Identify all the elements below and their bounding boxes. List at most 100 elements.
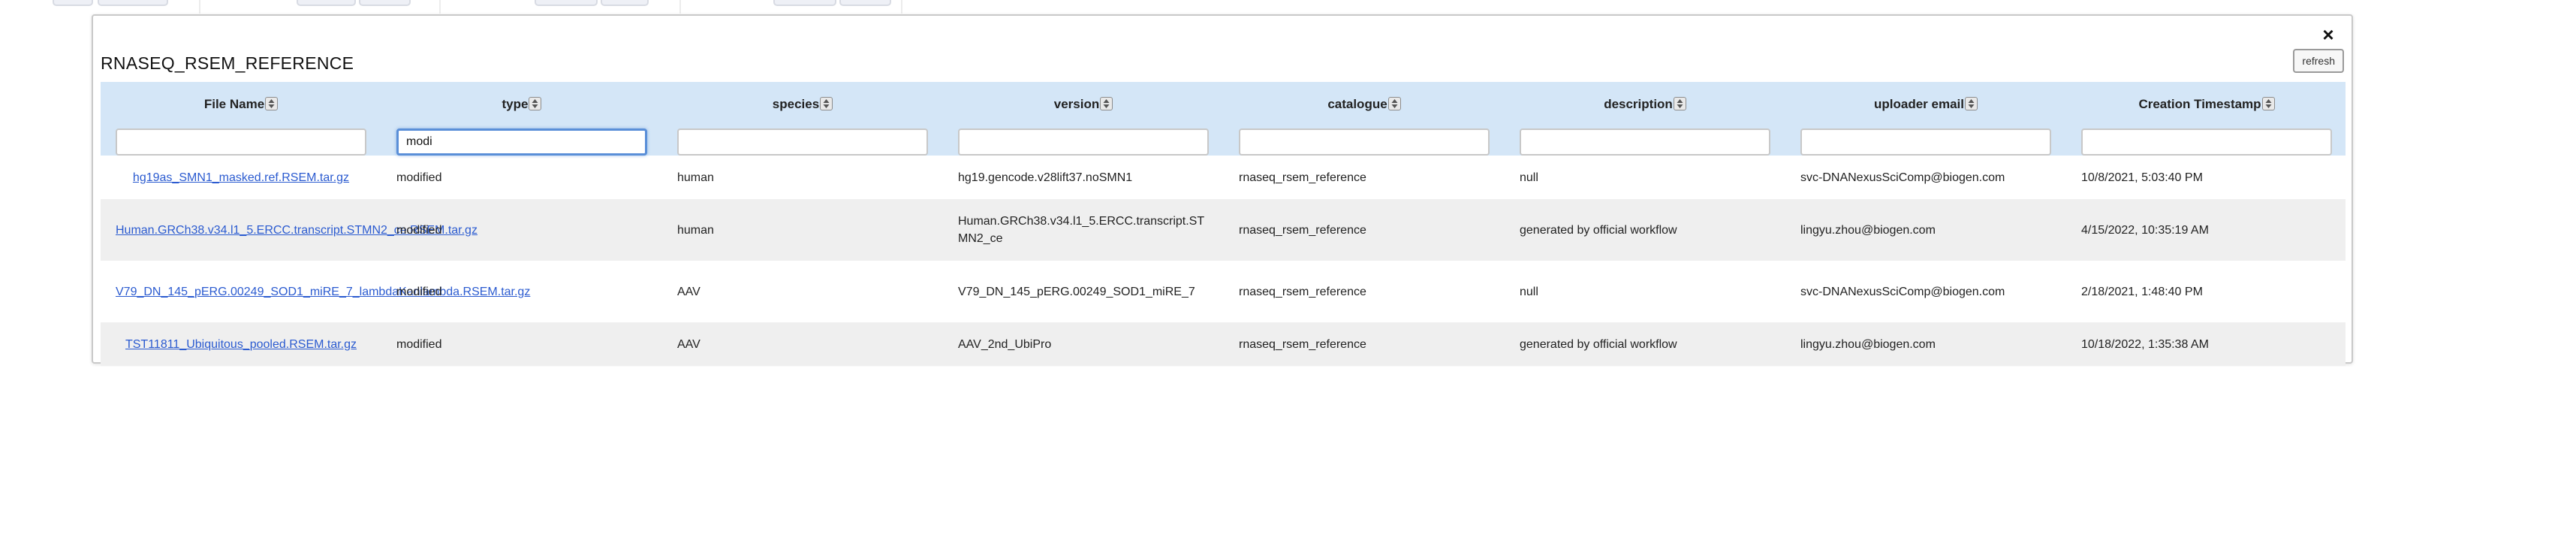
column-header-label[interactable]: Creation Timestamp (2066, 97, 2347, 112)
background-divider (439, 0, 441, 14)
cell-timestamp: 2/18/2021, 1:48:40 PM (2066, 283, 2347, 301)
sort-arrows-icon[interactable] (1100, 97, 1113, 110)
data-grid: File Name type species version catalogue desc… (101, 82, 2346, 366)
cell-text: rnaseq_rsem_reference (1239, 337, 1366, 351)
column-filter-input[interactable] (1520, 128, 1770, 156)
sort-arrows-icon[interactable] (1964, 97, 1978, 110)
cell-type: modified (381, 222, 662, 239)
cell-file: hg19as_SMN1_masked.ref.RSEM.tar.gz (101, 169, 381, 186)
cell-catalogue: rnaseq_rsem_reference (1224, 336, 1505, 353)
background-divider (679, 0, 681, 14)
cell-text: null (1520, 285, 1538, 298)
table-row[interactable]: Human.GRCh38.v34.l1_5.ERCC.transcript.ST… (101, 199, 2346, 261)
cell-text: 4/15/2022, 10:35:19 AM (2081, 223, 2209, 237)
column-header-label[interactable]: version (943, 97, 1224, 112)
cell-text: 10/8/2021, 5:03:40 PM (2081, 171, 2203, 184)
cell-email: svc-DNANexusSciComp@biogen.com (1785, 283, 2066, 301)
column-filter-input[interactable] (1239, 128, 1490, 156)
sort-arrows-icon[interactable] (265, 97, 279, 110)
column-header-label[interactable]: type (381, 97, 662, 112)
column-filter-input[interactable] (2081, 128, 2332, 156)
cell-type: modified (381, 336, 662, 353)
cell-type: modified (381, 169, 662, 186)
cell-email: svc-DNANexusSciComp@biogen.com (1785, 169, 2066, 186)
background-divider (901, 0, 902, 14)
column-header-label[interactable]: File Name (101, 97, 381, 112)
cell-catalogue: rnaseq_rsem_reference (1224, 222, 1505, 239)
background-button (297, 0, 356, 6)
sort-arrows-icon[interactable] (2261, 97, 2275, 110)
modal-title: RNASEQ_RSEM_REFERENCE (101, 53, 354, 73)
column-title: type (502, 97, 529, 111)
cell-species: AAV (662, 283, 943, 301)
cell-text: modified (396, 285, 442, 298)
cell-text: rnaseq_rsem_reference (1239, 171, 1366, 184)
column-filter-input[interactable] (1800, 128, 2051, 156)
cell-text: svc-DNANexusSciComp@biogen.com (1800, 285, 2005, 298)
column-header-label[interactable]: uploader email (1785, 97, 2066, 112)
column-filter-input[interactable] (116, 128, 366, 156)
column-header: species (662, 82, 943, 156)
table-row[interactable]: TST11811_Ubiquitous_pooled.RSEM.tar.gz mo… (101, 322, 2346, 366)
cell-species: human (662, 169, 943, 186)
file-link[interactable]: TST11811_Ubiquitous_pooled.RSEM.tar.gz (125, 338, 357, 351)
cell-timestamp: 4/15/2022, 10:35:19 AM (2066, 222, 2347, 239)
background-button (98, 0, 168, 6)
cell-catalogue: rnaseq_rsem_reference (1224, 169, 1505, 186)
sort-arrows-icon[interactable] (820, 97, 833, 110)
table-row[interactable]: V79_DN_145_pERG.00249_SOD1_miRE_7_lambda… (101, 261, 2346, 322)
sort-arrows-icon[interactable] (1387, 97, 1401, 110)
sort-arrows-icon[interactable] (1673, 97, 1686, 110)
cell-text: generated by official workflow (1520, 337, 1677, 351)
background-button (601, 0, 649, 6)
column-filter-input[interactable] (677, 128, 928, 156)
column-header-label[interactable]: species (662, 97, 943, 112)
background-button (535, 0, 598, 6)
table-row[interactable]: hg19as_SMN1_masked.ref.RSEM.tar.gz modifi… (101, 156, 2346, 199)
column-title: File Name (203, 97, 265, 111)
cell-text: rnaseq_rsem_reference (1239, 285, 1366, 298)
column-header-label[interactable]: description (1505, 97, 1785, 112)
column-filter-input[interactable] (958, 128, 1209, 156)
cell-text: generated by official workflow (1520, 223, 1677, 237)
column-header: version (943, 82, 1224, 156)
cell-text: modified (396, 337, 442, 351)
column-title: version (1053, 97, 1100, 111)
cell-text: 10/18/2022, 1:35:38 AM (2081, 337, 2209, 351)
cell-file: Human.GRCh38.v34.l1_5.ERCC.transcript.ST… (101, 222, 478, 239)
background-button (839, 0, 891, 6)
cell-file: V79_DN_145_pERG.00249_SOD1_miRE_7_lambda… (101, 283, 530, 301)
cell-email: lingyu.zhou@biogen.com (1785, 336, 2066, 353)
cell-timestamp: 10/18/2022, 1:35:38 AM (2066, 336, 2347, 353)
background-button (773, 0, 836, 6)
cell-text: null (1520, 171, 1538, 184)
cell-version: hg19.gencode.v28lift37.noSMN1 (943, 169, 1224, 186)
cell-text: human (677, 171, 714, 184)
cell-email: lingyu.zhou@biogen.com (1785, 222, 2066, 239)
cell-text: rnaseq_rsem_reference (1239, 223, 1366, 237)
cell-version: Human.GRCh38.v34.l1_5.ERCC.transcript.ST… (943, 213, 1224, 247)
column-header: type (381, 82, 662, 156)
column-title: description (1604, 97, 1673, 111)
cell-text: svc-DNANexusSciComp@biogen.com (1800, 171, 2005, 184)
sort-arrows-icon[interactable] (529, 97, 542, 110)
column-title: species (772, 97, 820, 111)
refresh-button[interactable]: refresh (2293, 49, 2344, 73)
cell-text: Human.GRCh38.v34.l1_5.ERCC.transcript.ST… (958, 215, 1205, 245)
cell-text: AAV_2nd_UbiPro (958, 337, 1052, 351)
grid-body: hg19as_SMN1_masked.ref.RSEM.tar.gzmodifi… (101, 156, 2346, 366)
column-filter-input[interactable] (396, 128, 647, 156)
cell-description: generated by official workflow (1505, 336, 1785, 353)
cell-timestamp: 10/8/2021, 5:03:40 PM (2066, 169, 2347, 186)
close-icon[interactable]: × (2318, 25, 2338, 44)
cell-text: modified (396, 223, 442, 237)
cell-file: TST11811_Ubiquitous_pooled.RSEM.tar.gz (101, 336, 381, 353)
file-link[interactable]: hg19as_SMN1_masked.ref.RSEM.tar.gz (133, 171, 349, 184)
cell-text: hg19.gencode.v28lift37.noSMN1 (958, 171, 1133, 184)
column-header: description (1505, 82, 1785, 156)
cell-catalogue: rnaseq_rsem_reference (1224, 283, 1505, 301)
cell-text: AAV (677, 285, 700, 298)
column-header-label[interactable]: catalogue (1224, 97, 1505, 112)
cell-text: 2/18/2021, 1:48:40 PM (2081, 285, 2203, 298)
reference-modal: × RNASEQ_RSEM_REFERENCE refresh File Nam… (92, 14, 2353, 366)
